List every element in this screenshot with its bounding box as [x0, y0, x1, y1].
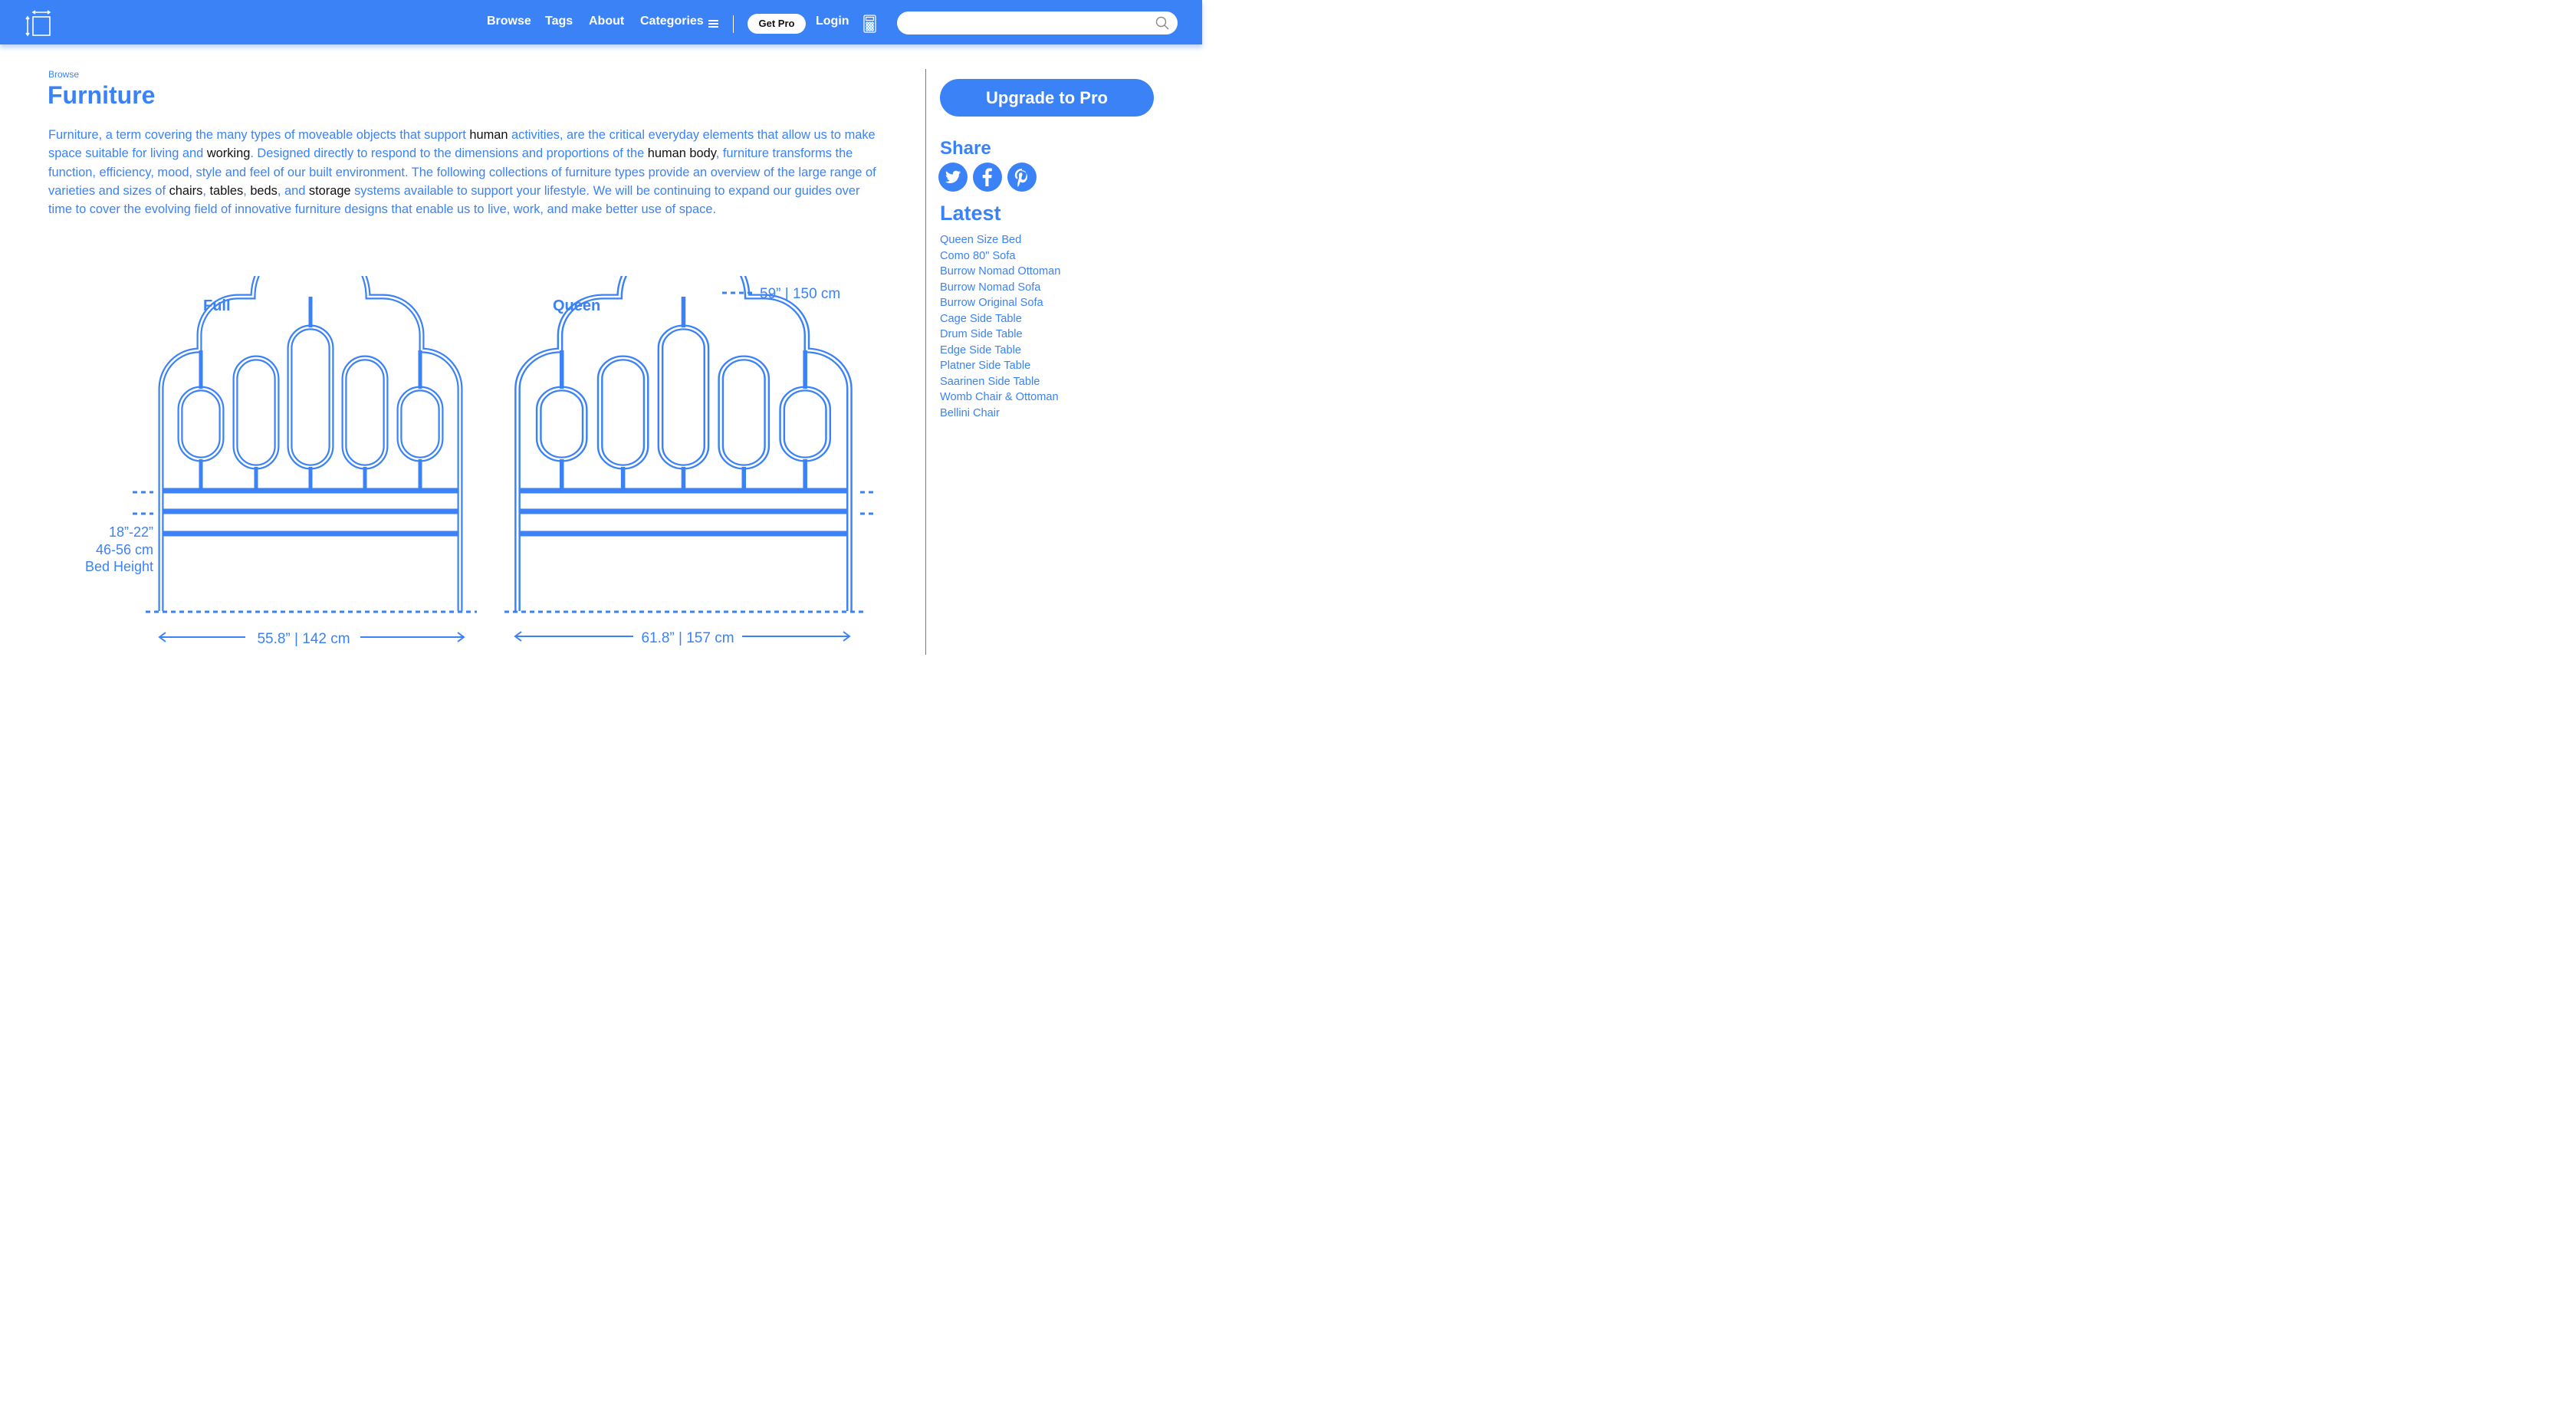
nav-tags[interactable]: Tags: [545, 15, 573, 28]
latest-item[interactable]: Queen Size Bed: [940, 232, 1060, 248]
latest-item[interactable]: Platner Side Table: [940, 358, 1060, 374]
get-pro-button[interactable]: Get Pro: [748, 14, 806, 34]
search-icon[interactable]: [1155, 16, 1169, 30]
latest-item[interactable]: Burrow Nomad Ottoman: [940, 264, 1060, 280]
calculator-icon[interactable]: [863, 15, 876, 33]
navbar: Browse Tags About Categories Get Pro Log…: [0, 0, 1202, 44]
intro-paragraph: Furniture, a term covering the many type…: [48, 126, 884, 219]
breadcrumb[interactable]: Browse: [48, 69, 79, 80]
queen-width-label: 61.8” | 157 cm: [641, 630, 734, 646]
latest-heading: Latest: [940, 202, 1001, 225]
queen-label: Queen: [553, 297, 600, 314]
facebook-icon[interactable]: [973, 163, 1002, 192]
latest-item[interactable]: Edge Side Table: [940, 343, 1060, 359]
nav-about[interactable]: About: [589, 15, 624, 28]
share-heading: Share: [940, 138, 991, 159]
link-storage[interactable]: storage: [309, 184, 351, 198]
page-title: Furniture: [48, 81, 156, 109]
link-working[interactable]: working: [207, 146, 250, 160]
link-tables[interactable]: tables: [209, 184, 243, 198]
intro-text: . Designed directly to respond to the di…: [250, 146, 648, 161]
height-dimension-label: 59” | 150 cm: [760, 286, 840, 302]
intro-text: Furniture, a term covering the many type…: [48, 128, 470, 142]
latest-item[interactable]: Cage Side Table: [940, 311, 1060, 327]
bed-height-label-cm: 46-56 cm: [96, 542, 153, 557]
full-headboard-drawing: [161, 276, 460, 611]
bed-height-label-caption: Bed Height: [85, 559, 153, 574]
sidebar-divider: [925, 69, 926, 655]
full-width-label: 55.8” | 142 cm: [257, 631, 350, 647]
latest-item[interactable]: Drum Side Table: [940, 327, 1060, 343]
nav-divider: [733, 15, 734, 33]
link-chairs[interactable]: chairs: [169, 184, 203, 198]
intro-text: ,: [243, 183, 251, 198]
link-beds[interactable]: beds: [250, 184, 278, 198]
logo-icon[interactable]: [25, 10, 52, 38]
latest-list: Queen Size Bed Como 80" Sofa Burrow Noma…: [940, 232, 1060, 421]
twitter-icon[interactable]: [938, 163, 968, 192]
search-input[interactable]: [897, 12, 1178, 34]
latest-item[interactable]: Womb Chair & Ottoman: [940, 389, 1060, 406]
latest-item[interactable]: Burrow Nomad Sofa: [940, 280, 1060, 296]
latest-item[interactable]: Como 80" Sofa: [940, 248, 1060, 264]
latest-item[interactable]: Burrow Original Sofa: [940, 295, 1060, 311]
nav-login[interactable]: Login: [816, 15, 849, 28]
nav-browse[interactable]: Browse: [487, 15, 531, 28]
intro-text: , and: [277, 183, 309, 198]
latest-item[interactable]: Saarinen Side Table: [940, 374, 1060, 390]
queen-headboard-drawing: [518, 276, 849, 611]
link-human[interactable]: human: [469, 128, 508, 142]
link-human-body[interactable]: human body: [648, 146, 716, 160]
headboard-diagram: Full Queen 59” | 150 cm 18”-22” 46-56 cm…: [77, 276, 889, 655]
nav-categories[interactable]: Categories: [640, 15, 704, 28]
bed-height-label-inch: 18”-22”: [109, 524, 153, 540]
pinterest-icon[interactable]: [1007, 163, 1037, 192]
full-label: Full: [203, 297, 231, 314]
menu-icon[interactable]: [708, 20, 718, 28]
latest-item[interactable]: Bellini Chair: [940, 406, 1060, 422]
upgrade-to-pro-button[interactable]: Upgrade to Pro: [940, 79, 1154, 117]
